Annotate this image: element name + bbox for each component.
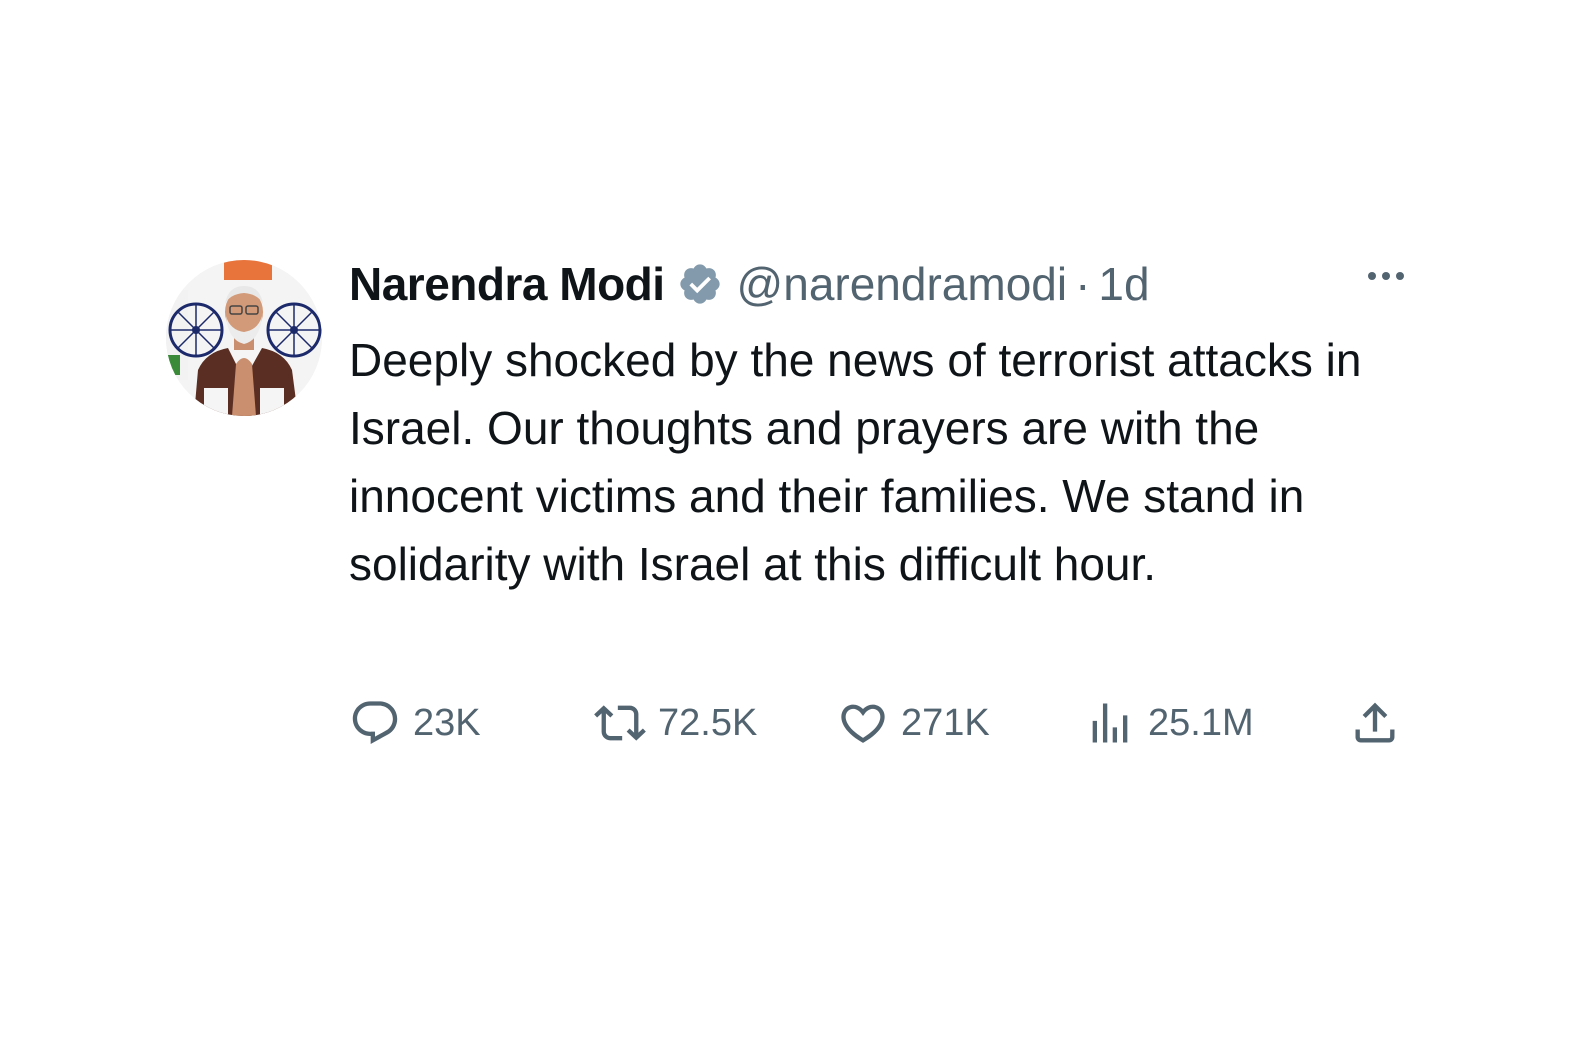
author-name[interactable]: Narendra Modi [349,257,665,311]
author-handle[interactable]: @narendramodi [737,257,1068,311]
tweet-text: Deeply shocked by the news of terrorist … [349,334,1362,590]
share-upload-icon [1355,702,1395,743]
reply-count: 23K [413,701,481,744]
avatar[interactable] [166,260,322,416]
reply-button[interactable]: 23K [349,698,481,748]
reply-icon [352,701,398,745]
tweet-actions: 23K 72.5K 271K 25.1M [349,698,1404,748]
like-button[interactable]: 271K [837,698,990,748]
avatar-image [166,260,322,416]
share-button[interactable] [1349,698,1401,748]
tweet-header: Narendra Modi @narendramodi · 1d [349,258,1404,310]
retweet-count: 72.5K [658,701,758,744]
separator-dot: · [1075,258,1091,310]
retweet-icon [594,705,646,741]
heart-icon [841,704,885,743]
views-count: 25.1M [1148,701,1254,744]
tweet-content: Narendra Modi @narendramodi · 1d Deeply … [349,258,1404,745]
retweet-button[interactable]: 72.5K [594,698,757,748]
like-count: 271K [901,701,990,744]
views-bar-chart-icon [1092,703,1128,743]
timestamp[interactable]: 1d [1098,257,1149,311]
verified-badge-icon[interactable] [677,261,723,307]
views-button[interactable]: 25.1M [1084,698,1254,748]
more-options-icon[interactable] [1368,272,1404,280]
